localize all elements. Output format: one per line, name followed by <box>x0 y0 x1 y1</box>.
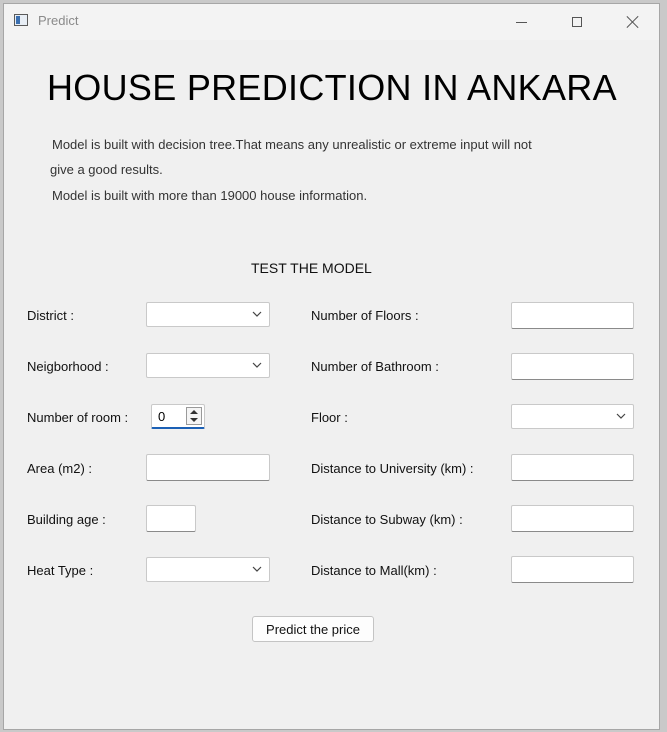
section-title: TEST THE MODEL <box>251 260 372 276</box>
window-title: Predict <box>38 13 79 28</box>
bathroom-input[interactable] <box>511 353 634 380</box>
district-select[interactable] <box>146 302 270 327</box>
rooms-label: Number of room : <box>27 410 129 425</box>
minimize-button[interactable] <box>493 4 549 40</box>
page-title: HOUSE PREDICTION IN ANKARA <box>47 67 617 108</box>
chevron-down-icon <box>251 359 263 371</box>
building-age-input[interactable] <box>146 505 196 532</box>
district-label: District : <box>27 308 74 323</box>
info-line-2: give a good results. <box>50 162 163 177</box>
heat-type-select[interactable] <box>146 557 270 582</box>
title-bar[interactable]: Predict <box>4 4 659 40</box>
chevron-down-icon <box>251 308 263 320</box>
neighborhood-label: Neigborhood : <box>27 359 109 374</box>
dist-mall-label: Distance to Mall(km) : <box>311 563 437 578</box>
minimize-icon <box>515 21 527 23</box>
building-age-label: Building age : <box>27 512 106 527</box>
close-icon <box>626 15 640 29</box>
spin-up-icon[interactable] <box>190 410 198 414</box>
chevron-down-icon <box>251 563 263 575</box>
dist-mall-input[interactable] <box>511 556 634 583</box>
app-window-icon <box>14 14 28 26</box>
spin-down-icon[interactable] <box>190 418 198 422</box>
floors-input[interactable] <box>511 302 634 329</box>
floors-label: Number of Floors : <box>311 308 419 323</box>
rooms-value: 0 <box>158 409 166 424</box>
dist-university-label: Distance to University (km) : <box>311 461 474 476</box>
area-input[interactable] <box>146 454 270 481</box>
heat-type-label: Heat Type : <box>27 563 94 578</box>
maximize-button[interactable] <box>549 4 605 40</box>
floor-select[interactable] <box>511 404 634 429</box>
close-button[interactable] <box>605 4 661 40</box>
chevron-down-icon <box>615 410 627 422</box>
dist-subway-label: Distance to Subway (km) : <box>311 512 463 527</box>
info-line-3: Model is built with more than 19000 hous… <box>52 188 368 203</box>
dist-university-input[interactable] <box>511 454 634 481</box>
predict-window: Predict HOUSE PREDICTION IN ANKARA Model… <box>3 3 660 730</box>
dist-subway-input[interactable] <box>511 505 634 532</box>
maximize-icon <box>572 17 582 27</box>
info-line-1: Model is built with decision tree.That m… <box>52 137 532 152</box>
bathroom-label: Number of Bathroom : <box>311 359 439 374</box>
rooms-spinbox[interactable]: 0 <box>151 404 205 429</box>
predict-price-button[interactable]: Predict the price <box>252 616 374 642</box>
neighborhood-select[interactable] <box>146 353 270 378</box>
spin-arrows[interactable] <box>186 407 202 425</box>
floor-label: Floor : <box>311 410 348 425</box>
area-label: Area (m2) : <box>27 461 93 476</box>
